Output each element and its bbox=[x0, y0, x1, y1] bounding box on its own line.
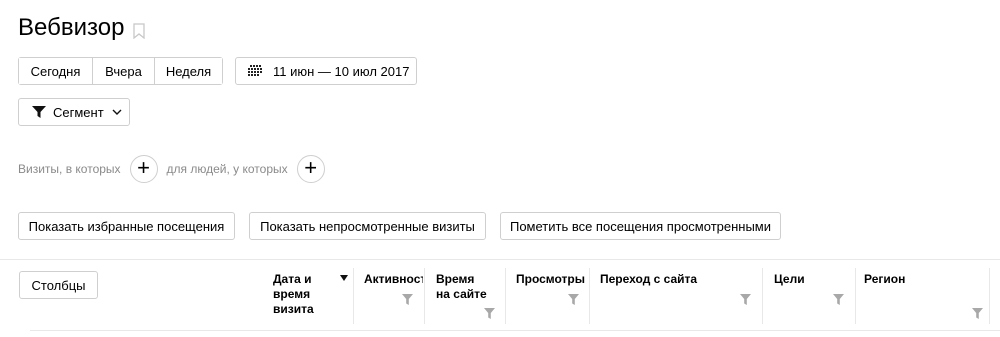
filter-icon[interactable] bbox=[972, 308, 983, 319]
period-today-button[interactable]: Сегодня bbox=[19, 58, 92, 84]
sort-desc-icon[interactable] bbox=[340, 275, 348, 281]
column-header-label: Цели bbox=[774, 272, 805, 286]
table-header-divider bbox=[30, 330, 1000, 331]
column-separator bbox=[505, 268, 506, 324]
period-yesterday-button[interactable]: Вчера bbox=[92, 58, 154, 84]
column-header-label: Время на сайте bbox=[436, 272, 487, 301]
segment-label: Сегмент bbox=[53, 104, 104, 120]
filter-icon[interactable] bbox=[568, 294, 579, 305]
date-range-button[interactable]: 11 июн — 10 июл 2017 bbox=[235, 57, 417, 85]
mark-all-viewed-button[interactable]: Пометить все посещения просмотренными bbox=[500, 212, 781, 240]
column-separator bbox=[353, 268, 354, 324]
segment-button[interactable]: Сегмент bbox=[18, 98, 130, 126]
page-title: Вебвизор bbox=[18, 14, 125, 41]
column-header-label: Активность bbox=[364, 272, 423, 286]
filter-icon[interactable] bbox=[484, 308, 495, 319]
column-header-region[interactable]: Регион bbox=[855, 268, 989, 324]
column-header-label: Переход с сайта bbox=[600, 272, 698, 286]
segment-conditions: Визиты, в которых + для людей, у которых… bbox=[18, 155, 325, 183]
filter-icon[interactable] bbox=[833, 294, 844, 305]
chevron-down-icon bbox=[112, 109, 122, 115]
column-header-label: Регион bbox=[864, 272, 906, 286]
bookmark-icon[interactable] bbox=[133, 23, 146, 39]
column-header-time-on-site[interactable]: Время на сайте bbox=[427, 268, 504, 324]
show-favorite-visits-button[interactable]: Показать избранные посещения bbox=[18, 212, 235, 240]
column-separator bbox=[424, 268, 425, 324]
column-header-goals[interactable]: Цели bbox=[765, 268, 853, 324]
column-separator bbox=[762, 268, 763, 324]
column-header-pageviews[interactable]: Просмотры bbox=[507, 268, 587, 324]
column-header-referrer[interactable]: Переход с сайта bbox=[591, 268, 760, 324]
column-separator bbox=[989, 268, 990, 324]
filter-icon[interactable] bbox=[402, 294, 413, 305]
period-selector: Сегодня Вчера Неделя bbox=[18, 57, 223, 85]
column-header-visit-date[interactable]: Дата и время визита bbox=[264, 268, 353, 324]
period-week-button[interactable]: Неделя bbox=[154, 58, 222, 84]
plus-icon: + bbox=[304, 155, 318, 180]
add-people-condition-button[interactable]: + bbox=[296, 155, 325, 183]
column-separator bbox=[589, 268, 590, 324]
column-header-label: Дата и время визита bbox=[273, 272, 314, 316]
column-header-activity[interactable]: Активность bbox=[355, 268, 423, 324]
add-visit-condition-button[interactable]: + bbox=[129, 155, 158, 183]
people-condition-label: для людей, у которых bbox=[166, 162, 288, 176]
date-range-label: 11 июн — 10 июл 2017 bbox=[273, 63, 410, 79]
filter-icon[interactable] bbox=[740, 294, 751, 305]
table-divider bbox=[0, 259, 1000, 260]
plus-icon: + bbox=[137, 155, 150, 180]
column-header-label: Просмотры bbox=[516, 272, 586, 286]
show-unviewed-visits-button[interactable]: Показать непросмотренные визиты bbox=[249, 212, 486, 240]
filter-icon bbox=[32, 106, 46, 118]
visits-condition-label: Визиты, в которых bbox=[18, 162, 121, 176]
columns-button[interactable]: Столбцы bbox=[19, 271, 98, 299]
calendar-icon bbox=[248, 65, 262, 76]
page-header: Вебвизор bbox=[18, 14, 146, 42]
